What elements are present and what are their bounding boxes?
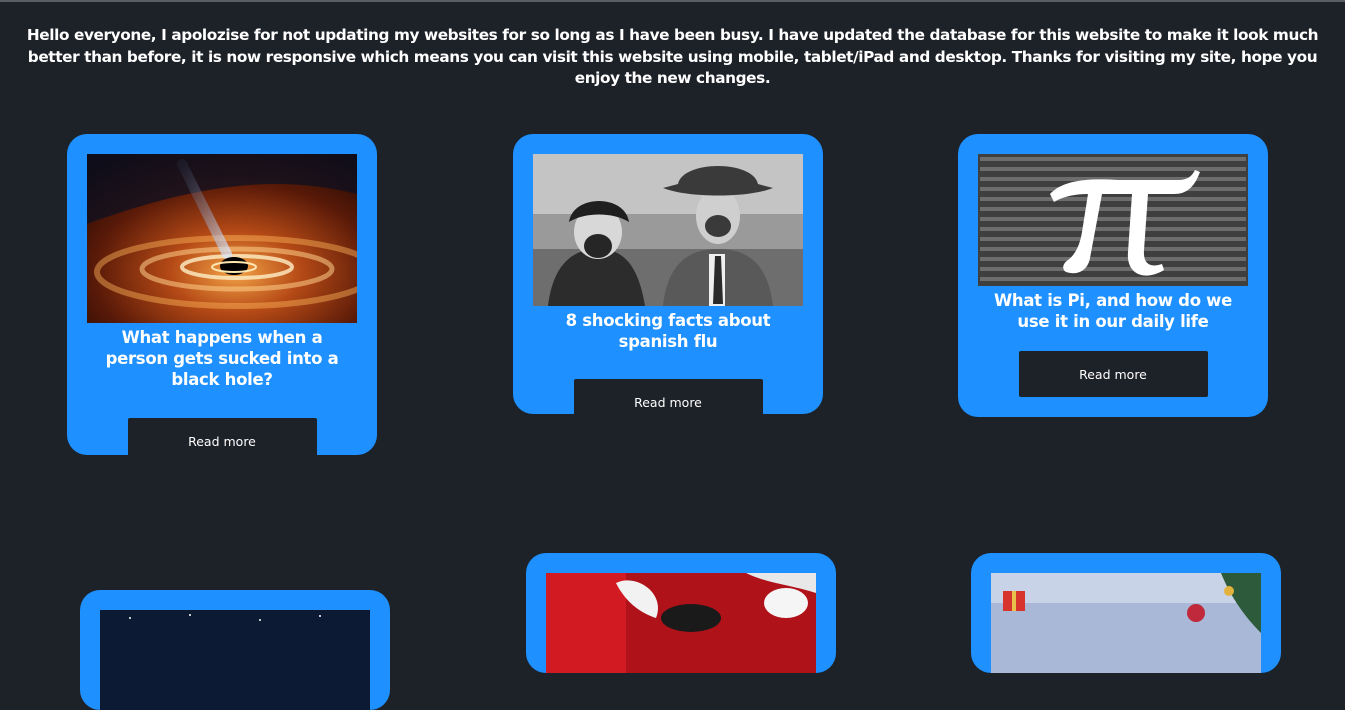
night-sky-image[interactable] [100,610,370,710]
read-more-button[interactable]: Read more [1018,351,1208,397]
article-card-black-hole: What happens when a person gets sucked i… [67,134,377,464]
article-title[interactable]: What happens when a person gets sucked i… [89,327,355,390]
article-card-spanish-flu: 8 shocking facts about spanish flu Read … [513,134,823,425]
article-card-pi: What is Pi, and how do we use it in our … [958,134,1268,417]
pi-symbol-image[interactable] [978,154,1248,286]
read-more-button[interactable]: Read more [127,418,317,464]
black-hole-image[interactable] [87,154,357,323]
spanish-flu-illustration [533,154,803,306]
announcement-text: Hello everyone, I apolozise for not upda… [26,26,1319,87]
night-sky-illustration [100,610,370,710]
article-card-christmas [971,553,1281,673]
article-title[interactable]: 8 shocking facts about spanish flu [535,310,801,352]
santa-claus-illustration [546,573,816,673]
black-hole-illustration [87,154,357,323]
spanish-flu-photo[interactable] [533,154,803,306]
christmas-background-image[interactable] [991,573,1261,673]
article-card-night-sky [80,590,390,710]
article-title[interactable]: What is Pi, and how do we use it in our … [980,290,1246,332]
santa-claus-image[interactable] [546,573,816,673]
christmas-background-illustration [991,573,1261,673]
pi-symbol-illustration [978,154,1248,286]
article-card-santa [526,553,836,673]
read-more-button[interactable]: Read more [573,379,763,425]
